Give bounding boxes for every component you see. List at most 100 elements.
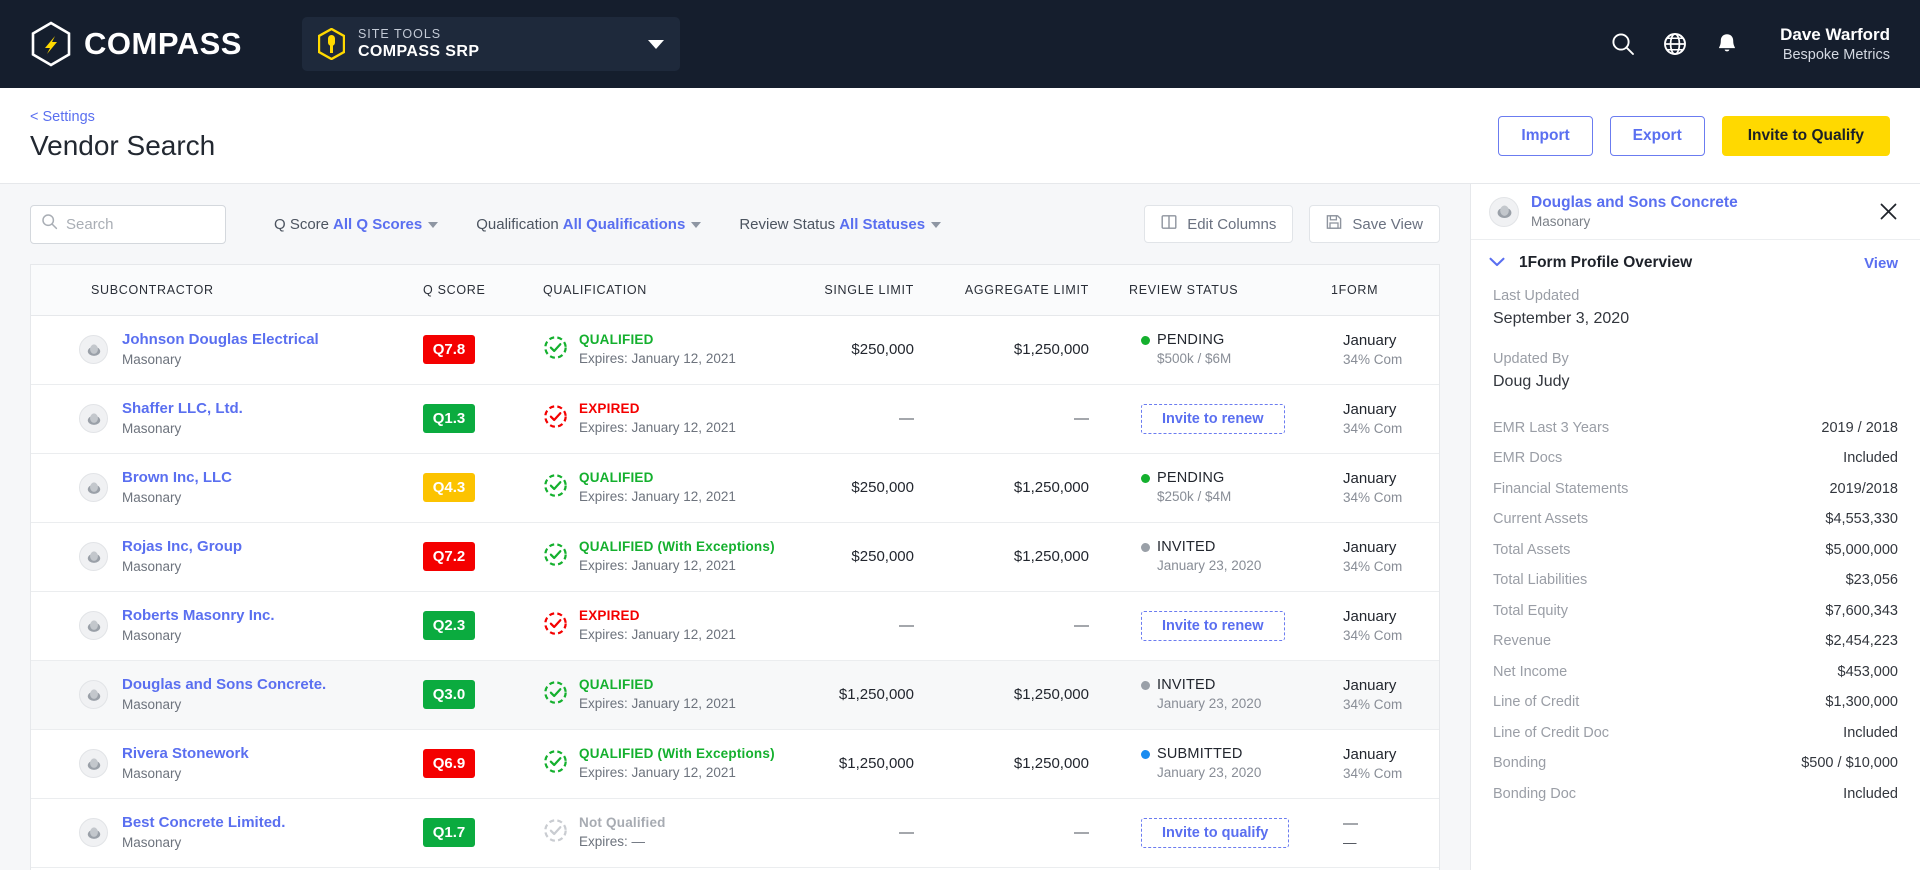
subcontractor-trade: Masonary	[122, 351, 182, 367]
cell-aggregate-limit: $1,250,000	[1013, 548, 1089, 565]
invite-button[interactable]: Invite to qualify	[1141, 817, 1290, 848]
import-button[interactable]: Import	[1498, 115, 1593, 156]
review-status-sub: January 23, 2020	[1157, 558, 1262, 574]
cell-q-score: Q7.8	[411, 315, 531, 384]
cell-qualification: QUALIFIED Expires: January 12, 2021	[531, 660, 781, 729]
column-header-q-score[interactable]: Q SCORE	[411, 265, 531, 316]
qualification-label: Not Qualified	[579, 815, 666, 831]
subcontractor-name-link[interactable]: Best Concrete Limited.	[122, 813, 285, 833]
review-status-label: PENDING	[1157, 331, 1225, 348]
review-status-label: INVITED	[1157, 676, 1216, 693]
chevron-down-icon[interactable]	[428, 221, 439, 228]
table-row[interactable]: Rojas Inc, Group Masonary Q7.2 QUALIFIED (W…	[31, 522, 1439, 591]
1form-date: —	[1343, 814, 1358, 832]
qualification-label: QUALIFIED	[579, 470, 654, 486]
panel-view-link[interactable]: View	[1864, 255, 1898, 272]
panel-detail-row: Line of Credit $1,300,000	[1493, 687, 1898, 718]
table-row[interactable]: Rivera Stonework Masonary Q6.9 QUALIFIED (W…	[31, 729, 1439, 798]
user-org: Bespoke Metrics	[1782, 46, 1890, 63]
invite-to-qualify-button[interactable]: Invite to Qualify	[1721, 115, 1890, 156]
chevron-down-icon[interactable]	[1489, 254, 1505, 272]
subcontractor-name-link[interactable]: Rojas Inc, Group	[122, 537, 242, 557]
1form-date: January	[1343, 607, 1397, 625]
subcontractor-trade: Masonary	[122, 834, 182, 850]
invite-button[interactable]: Invite to renew	[1141, 403, 1285, 434]
subcontractor-name-link[interactable]: Johnson Douglas Electrical	[122, 330, 319, 350]
filter-review-status-label: Review Status	[739, 215, 836, 233]
subcontractor-name-link[interactable]: Rivera Stonework	[122, 744, 249, 764]
breadcrumb-settings-link[interactable]: < Settings	[30, 109, 215, 125]
user-menu[interactable]: Dave Warford Bespoke Metrics	[1780, 24, 1890, 65]
globe-icon[interactable]	[1662, 31, 1688, 57]
vendor-detail-panel: Douglas and Sons Concrete Masonary 1Form…	[1470, 184, 1920, 870]
table-row[interactable]: Shaffer LLC, Ltd. Masonary Q1.3 EXPIRED Expi…	[31, 384, 1439, 453]
q-score-badge: Q1.7	[423, 818, 475, 847]
qualification-status-icon	[543, 680, 568, 709]
save-view-button[interactable]: Save View	[1309, 205, 1440, 243]
panel-detail-key: Bonding	[1493, 755, 1547, 772]
column-header-single-limit[interactable]: SINGLE LIMIT	[781, 265, 926, 316]
filter-review-status[interactable]: Review Status All Statuses	[739, 215, 942, 233]
table-row[interactable]: Best Concrete Limited. Masonary Q1.7 Not Qu…	[31, 798, 1439, 867]
site-tools-hex-icon	[317, 27, 346, 61]
bell-icon[interactable]	[1714, 31, 1740, 57]
avatar	[79, 749, 108, 778]
panel-detail-value: Included	[1843, 724, 1898, 741]
column-header-qualification[interactable]: QUALIFICATION	[531, 265, 781, 316]
cell-review-status: PENDING $500k / $6M	[1101, 315, 1301, 384]
subcontractor-name-link[interactable]: Douglas and Sons Concrete.	[122, 675, 326, 695]
chevron-down-icon[interactable]	[647, 39, 664, 49]
panel-detail-key: Line of Credit Doc	[1493, 724, 1610, 741]
subcontractor-name-link[interactable]: Roberts Masonry Inc.	[122, 606, 275, 626]
panel-detail-row: Total Equity $7,600,343	[1493, 595, 1898, 626]
review-status-group: PENDING	[1141, 330, 1289, 350]
edit-columns-button[interactable]: Edit Columns	[1144, 205, 1294, 243]
column-header-1form[interactable]: 1FORM	[1301, 265, 1439, 316]
subcontractor-trade: Masonary	[122, 765, 182, 781]
panel-company-name[interactable]: Douglas and Sons Concrete	[1531, 193, 1738, 213]
search-field-wrapper[interactable]	[30, 204, 226, 244]
cell-review-status: INVITED January 23, 2020	[1101, 522, 1301, 591]
cell-q-score: Q4.3	[411, 453, 531, 522]
search-icon[interactable]	[1610, 31, 1636, 57]
save-disk-icon	[1326, 214, 1342, 234]
filter-q-score[interactable]: Q Score All Q Scores	[274, 216, 439, 233]
qualification-status-icon	[543, 542, 568, 571]
table-row[interactable]: Brown Inc, LLC Masonary Q4.3 QUALIFIED Expir…	[31, 453, 1439, 522]
filter-qualification[interactable]: Qualification All Qualifications	[476, 215, 702, 233]
table-row[interactable]: Roberts Masonry Inc. Masonary Q2.3 EXPIRED E…	[31, 591, 1439, 660]
column-header-subcontractor[interactable]: SUBCONTRACTOR	[31, 265, 411, 316]
panel-detail-row: Total Liabilities $23,056	[1493, 565, 1898, 596]
toolbar-right-group: Edit Columns Save View	[1144, 205, 1440, 243]
table-row[interactable]: Johnson Douglas Electrical Masonary Q7.8 QU…	[31, 315, 1439, 384]
panel-section-header[interactable]: 1Form Profile Overview View	[1471, 240, 1920, 286]
review-status-group: PENDING	[1141, 468, 1289, 488]
site-tools-selector[interactable]: SITE TOOLS COMPASS SRP	[301, 17, 680, 71]
subcontractor-name-link[interactable]: Shaffer LLC, Ltd.	[122, 399, 243, 419]
qualification-label: QUALIFIED (With Exceptions)	[579, 539, 775, 555]
cell-review-status: Invite to renew	[1101, 384, 1301, 453]
review-status-sub: $250k / $4M	[1157, 489, 1232, 505]
cell-qualification: EXPIRED Expires: January 12, 2021	[531, 591, 781, 660]
cell-qualification: QUALIFIED Expires: January 12, 2021	[531, 453, 781, 522]
search-input[interactable]	[66, 215, 215, 233]
table-row[interactable]: Douglas and Sons Concrete. Masonary Q3.0 QU…	[31, 660, 1439, 729]
filter-qualification-label: Qualification	[476, 215, 559, 233]
column-header-review-status[interactable]: REVIEW STATUS	[1101, 265, 1301, 316]
site-tools-value: COMPASS SRP	[357, 43, 480, 60]
chevron-down-icon[interactable]	[691, 221, 702, 228]
review-status-group: INVITED	[1141, 537, 1289, 557]
chevron-down-icon[interactable]	[931, 221, 942, 228]
column-header-aggregate-limit[interactable]: AGGREGATE LIMIT	[926, 265, 1101, 316]
brand-logo[interactable]: COMPASS	[30, 21, 242, 67]
subcontractor-name-link[interactable]: Brown Inc, LLC	[122, 468, 232, 488]
panel-detail-value: Included	[1843, 785, 1898, 802]
avatar	[79, 542, 108, 571]
close-icon[interactable]	[1879, 202, 1898, 221]
cell-1form: January 34% Com	[1301, 660, 1439, 729]
cell-single-limit: —	[899, 410, 914, 427]
export-button[interactable]: Export	[1609, 115, 1705, 156]
1form-date: January	[1343, 538, 1397, 556]
panel-detail-row: Bonding Doc Included	[1493, 778, 1898, 809]
invite-button[interactable]: Invite to renew	[1141, 610, 1285, 641]
